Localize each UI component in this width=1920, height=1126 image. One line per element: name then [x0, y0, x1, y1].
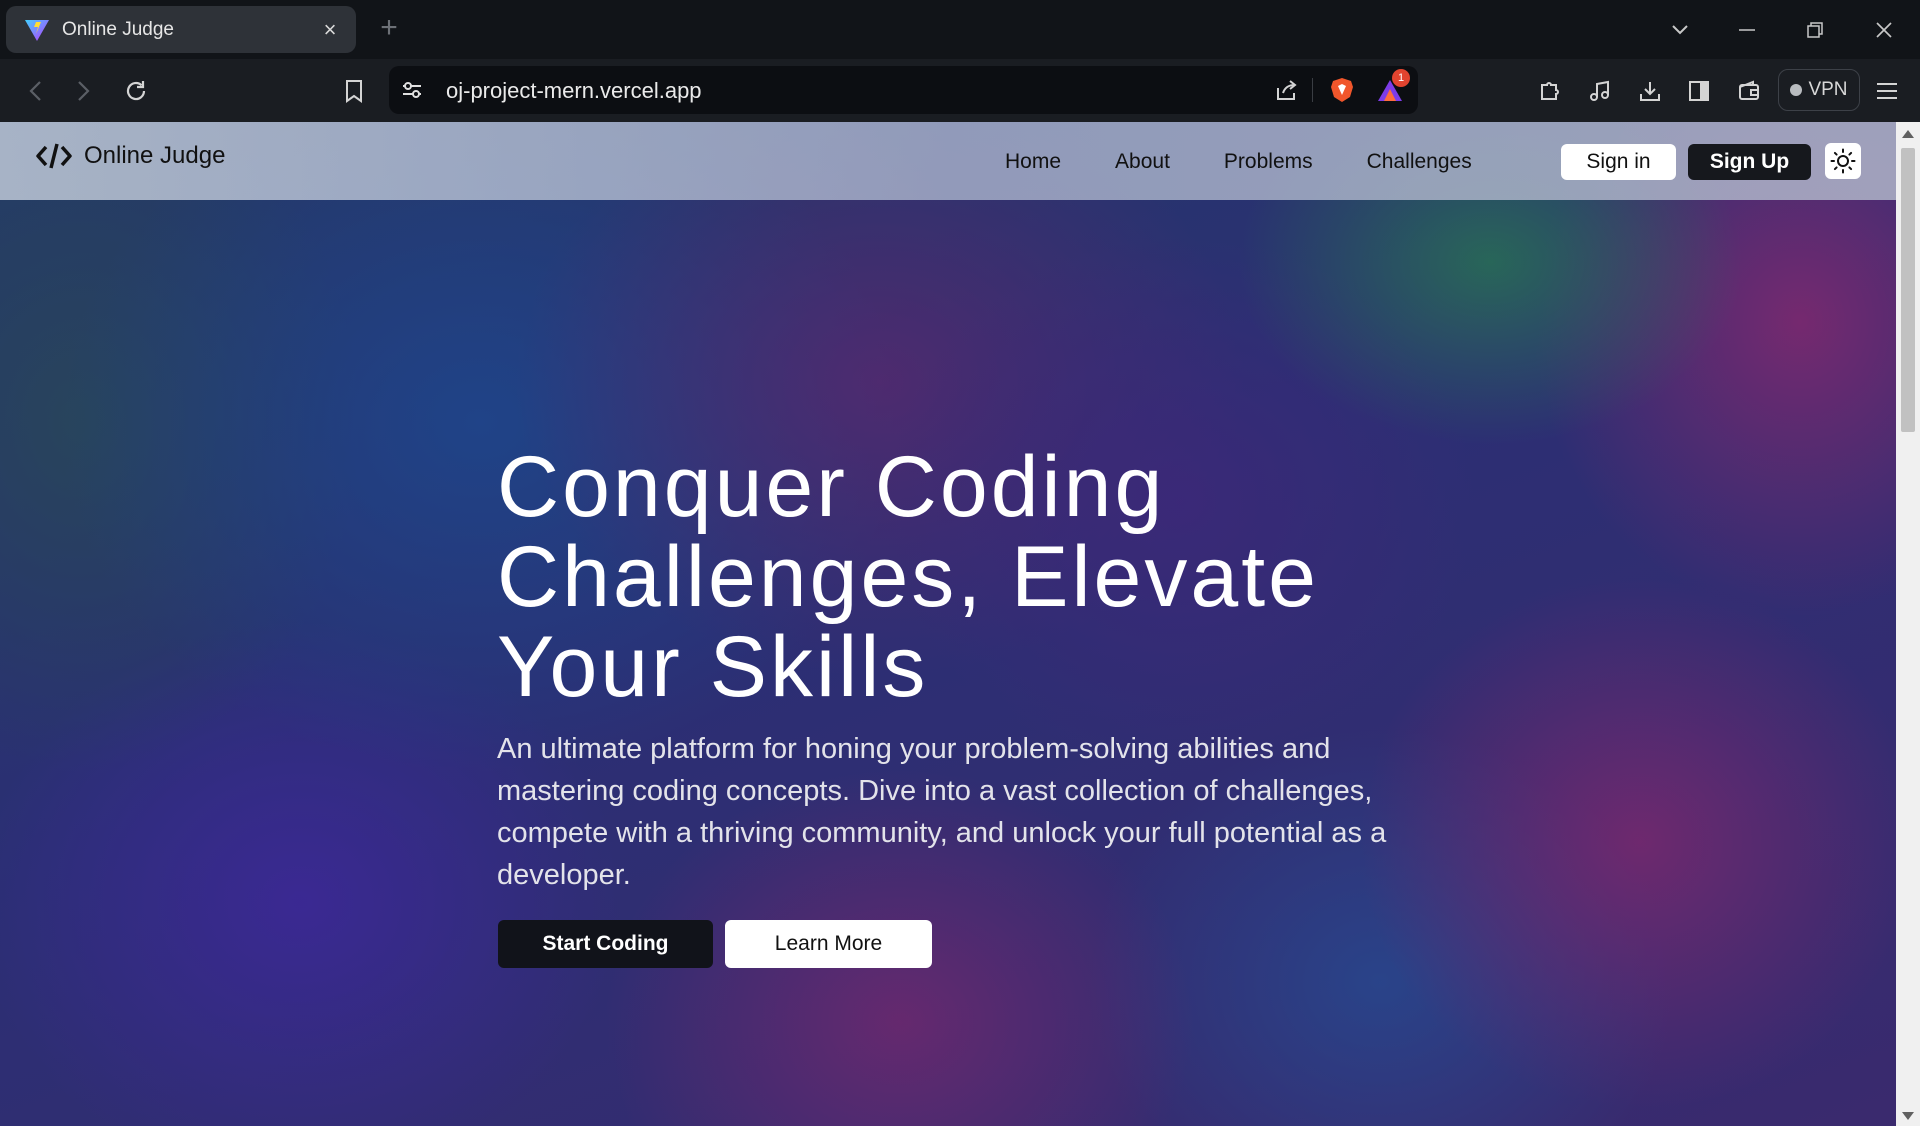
hero-title-line: Challenges, Elevate: [497, 529, 1319, 625]
hero-title-line: Conquer Coding: [497, 439, 1166, 535]
vpn-label: VPN: [1808, 79, 1848, 100]
learn-more-button[interactable]: Learn More: [725, 920, 932, 968]
divider: [1312, 78, 1313, 102]
code-icon: [36, 143, 72, 169]
vpn-button[interactable]: VPN: [1778, 69, 1860, 111]
hero-title-line: Your Skills: [497, 619, 929, 715]
vite-logo-icon: [25, 19, 49, 41]
sun-icon: [1830, 148, 1856, 174]
hero-title: Conquer Coding Challenges, Elevate Your …: [497, 442, 1437, 712]
nav-links: Home About Problems Challenges: [1005, 150, 1526, 174]
page-scrollbar[interactable]: [1896, 122, 1920, 1126]
sign-up-button[interactable]: Sign Up: [1688, 144, 1811, 180]
wallet-icon[interactable]: [1729, 71, 1769, 111]
restore-button[interactable]: [1785, 10, 1845, 50]
scroll-up-arrow-icon[interactable]: [1902, 130, 1914, 138]
start-coding-button[interactable]: Start Coding: [498, 920, 713, 968]
reload-button[interactable]: [116, 71, 156, 111]
back-button[interactable]: [15, 71, 55, 111]
address-bar[interactable]: oj-project-mern.vercel.app 1: [389, 66, 1418, 114]
scrollbar-thumb[interactable]: [1901, 148, 1915, 432]
theme-toggle-button[interactable]: [1825, 143, 1861, 179]
nav-problems[interactable]: Problems: [1224, 150, 1313, 174]
url-text[interactable]: oj-project-mern.vercel.app: [446, 78, 702, 104]
hero-description: An ultimate platform for honing your pro…: [497, 733, 1387, 891]
menu-icon[interactable]: [1867, 71, 1907, 111]
bookmark-icon[interactable]: [334, 71, 374, 111]
vpn-status-icon: [1790, 84, 1803, 96]
nav-challenges[interactable]: Challenges: [1367, 150, 1472, 174]
share-icon[interactable]: [1274, 78, 1298, 102]
site-settings-icon[interactable]: [401, 79, 423, 101]
forward-button[interactable]: [64, 71, 104, 111]
nav-about[interactable]: About: [1115, 150, 1170, 174]
minimize-button[interactable]: [1717, 10, 1777, 50]
brand-link[interactable]: Online Judge: [36, 142, 225, 170]
brave-shields-icon[interactable]: [1329, 76, 1355, 104]
browser-toolbar: oj-project-mern.vercel.app 1 VPN: [0, 59, 1920, 122]
notification-badge: 1: [1392, 69, 1410, 87]
browser-tab[interactable]: Online Judge ×: [6, 6, 356, 53]
extensions-icon[interactable]: [1530, 71, 1570, 111]
tab-close-icon[interactable]: ×: [318, 17, 342, 43]
browser-tab-bar: Online Judge × +: [0, 0, 1920, 59]
brand-name: Online Judge: [84, 142, 226, 169]
sign-in-button[interactable]: Sign in: [1561, 144, 1676, 180]
site-navbar: Online Judge Home About Problems Challen…: [0, 122, 1896, 200]
sidebar-icon[interactable]: [1679, 71, 1719, 111]
new-tab-button[interactable]: +: [374, 13, 404, 44]
tab-search-icon[interactable]: [1650, 10, 1710, 50]
nav-home[interactable]: Home: [1005, 150, 1061, 174]
scroll-down-arrow-icon[interactable]: [1902, 1112, 1914, 1120]
tab-title: Online Judge: [62, 18, 174, 40]
page-viewport: Online Judge Home About Problems Challen…: [0, 122, 1896, 1126]
close-window-button[interactable]: [1854, 10, 1914, 50]
download-icon[interactable]: [1630, 71, 1670, 111]
media-icon[interactable]: [1580, 71, 1620, 111]
